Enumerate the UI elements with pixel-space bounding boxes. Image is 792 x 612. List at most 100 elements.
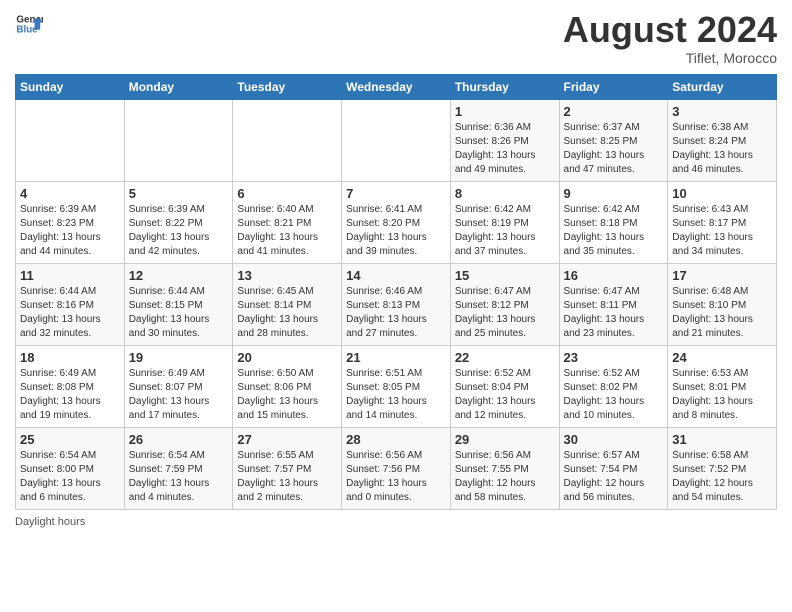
day-number: 28 xyxy=(346,432,446,447)
day-info: Sunrise: 6:39 AM Sunset: 8:22 PM Dayligh… xyxy=(129,203,229,259)
calendar-table: SundayMondayTuesdayWednesdayThursdayFrid… xyxy=(15,74,777,510)
day-cell: 26 Sunrise: 6:54 AM Sunset: 7:59 PM Dayli… xyxy=(124,427,233,509)
day-cell xyxy=(233,99,342,181)
day-info: Sunrise: 6:56 AM Sunset: 7:55 PM Dayligh… xyxy=(455,449,555,505)
day-info: Sunrise: 6:49 AM Sunset: 8:08 PM Dayligh… xyxy=(20,367,120,423)
day-number: 23 xyxy=(564,350,664,365)
week-row-5: 25 Sunrise: 6:54 AM Sunset: 8:00 PM Dayli… xyxy=(16,427,777,509)
day-cell: 3 Sunrise: 6:38 AM Sunset: 8:24 PM Daylig… xyxy=(668,99,777,181)
day-cell xyxy=(16,99,125,181)
day-info: Sunrise: 6:44 AM Sunset: 8:15 PM Dayligh… xyxy=(129,285,229,341)
day-cell: 25 Sunrise: 6:54 AM Sunset: 8:00 PM Dayli… xyxy=(16,427,125,509)
day-cell: 21Sunrise: 6:51 AM Sunset: 8:05 PM Dayli… xyxy=(342,345,451,427)
day-number: 11 xyxy=(20,268,120,283)
col-header-thursday: Thursday xyxy=(450,74,559,99)
day-number: 1 xyxy=(455,104,555,119)
day-cell: 4 Sunrise: 6:39 AM Sunset: 8:23 PM Daylig… xyxy=(16,181,125,263)
day-cell: 1 Sunrise: 6:36 AM Sunset: 8:26 PM Daylig… xyxy=(450,99,559,181)
day-cell xyxy=(342,99,451,181)
day-number: 8 xyxy=(455,186,555,201)
title-block: August 2024 Tiflet, Morocco xyxy=(563,10,777,66)
day-number: 13 xyxy=(237,268,337,283)
day-info: Sunrise: 6:54 AM Sunset: 8:00 PM Dayligh… xyxy=(20,449,120,505)
day-number: 31 xyxy=(672,432,772,447)
day-info: Sunrise: 6:53 AM Sunset: 8:01 PM Dayligh… xyxy=(672,367,772,423)
day-number: 22 xyxy=(455,350,555,365)
day-info: Sunrise: 6:54 AM Sunset: 7:59 PM Dayligh… xyxy=(129,449,229,505)
day-number: 15 xyxy=(455,268,555,283)
day-number: 12 xyxy=(129,268,229,283)
day-number: 20 xyxy=(237,350,337,365)
day-info: Sunrise: 6:56 AM Sunset: 7:56 PM Dayligh… xyxy=(346,449,446,505)
day-info: Sunrise: 6:50 AM Sunset: 8:06 PM Dayligh… xyxy=(237,367,337,423)
day-info: Sunrise: 6:43 AM Sunset: 8:17 PM Dayligh… xyxy=(672,203,772,259)
day-cell: 9 Sunrise: 6:42 AM Sunset: 8:18 PM Daylig… xyxy=(559,181,668,263)
week-row-1: 1 Sunrise: 6:36 AM Sunset: 8:26 PM Daylig… xyxy=(16,99,777,181)
day-info: Sunrise: 6:42 AM Sunset: 8:18 PM Dayligh… xyxy=(564,203,664,259)
day-number: 19 xyxy=(129,350,229,365)
day-info: Sunrise: 6:40 AM Sunset: 8:21 PM Dayligh… xyxy=(237,203,337,259)
day-cell: 2 Sunrise: 6:37 AM Sunset: 8:25 PM Daylig… xyxy=(559,99,668,181)
day-number: 9 xyxy=(564,186,664,201)
col-header-monday: Monday xyxy=(124,74,233,99)
day-cell: 19Sunrise: 6:49 AM Sunset: 8:07 PM Dayli… xyxy=(124,345,233,427)
daylight-label: Daylight hours xyxy=(15,516,85,528)
footer: Daylight hours xyxy=(15,516,777,528)
day-number: 2 xyxy=(564,104,664,119)
day-info: Sunrise: 6:51 AM Sunset: 8:05 PM Dayligh… xyxy=(346,367,446,423)
day-info: Sunrise: 6:52 AM Sunset: 8:02 PM Dayligh… xyxy=(564,367,664,423)
day-cell: 27 Sunrise: 6:55 AM Sunset: 7:57 PM Dayli… xyxy=(233,427,342,509)
day-cell: 14 Sunrise: 6:46 AM Sunset: 8:13 PM Dayli… xyxy=(342,263,451,345)
day-cell: 11Sunrise: 6:44 AM Sunset: 8:16 PM Dayli… xyxy=(16,263,125,345)
month-title: August 2024 xyxy=(563,10,777,50)
day-cell: 8Sunrise: 6:42 AM Sunset: 8:19 PM Daylig… xyxy=(450,181,559,263)
header-row: SundayMondayTuesdayWednesdayThursdayFrid… xyxy=(16,74,777,99)
day-info: Sunrise: 6:41 AM Sunset: 8:20 PM Dayligh… xyxy=(346,203,446,259)
day-info: Sunrise: 6:47 AM Sunset: 8:12 PM Dayligh… xyxy=(455,285,555,341)
day-number: 10 xyxy=(672,186,772,201)
day-number: 26 xyxy=(129,432,229,447)
day-number: 27 xyxy=(237,432,337,447)
col-header-sunday: Sunday xyxy=(16,74,125,99)
day-number: 14 xyxy=(346,268,446,283)
day-number: 18 xyxy=(20,350,120,365)
day-number: 3 xyxy=(672,104,772,119)
day-info: Sunrise: 6:38 AM Sunset: 8:24 PM Dayligh… xyxy=(672,121,772,177)
day-cell: 15 Sunrise: 6:47 AM Sunset: 8:12 PM Dayli… xyxy=(450,263,559,345)
day-info: Sunrise: 6:57 AM Sunset: 7:54 PM Dayligh… xyxy=(564,449,664,505)
day-cell: 31 Sunrise: 6:58 AM Sunset: 7:52 PM Dayli… xyxy=(668,427,777,509)
day-cell: 29 Sunrise: 6:56 AM Sunset: 7:55 PM Dayli… xyxy=(450,427,559,509)
day-cell: 10 Sunrise: 6:43 AM Sunset: 8:17 PM Dayli… xyxy=(668,181,777,263)
day-info: Sunrise: 6:36 AM Sunset: 8:26 PM Dayligh… xyxy=(455,121,555,177)
day-info: Sunrise: 6:52 AM Sunset: 8:04 PM Dayligh… xyxy=(455,367,555,423)
day-info: Sunrise: 6:55 AM Sunset: 7:57 PM Dayligh… xyxy=(237,449,337,505)
header: General Blue August 2024 Tiflet, Morocco xyxy=(15,10,777,66)
day-cell: 16Sunrise: 6:47 AM Sunset: 8:11 PM Dayli… xyxy=(559,263,668,345)
day-number: 17 xyxy=(672,268,772,283)
day-number: 29 xyxy=(455,432,555,447)
day-cell: 22 Sunrise: 6:52 AM Sunset: 8:04 PM Dayli… xyxy=(450,345,559,427)
day-info: Sunrise: 6:48 AM Sunset: 8:10 PM Dayligh… xyxy=(672,285,772,341)
day-cell: 6 Sunrise: 6:40 AM Sunset: 8:21 PM Daylig… xyxy=(233,181,342,263)
day-info: Sunrise: 6:39 AM Sunset: 8:23 PM Dayligh… xyxy=(20,203,120,259)
col-header-saturday: Saturday xyxy=(668,74,777,99)
day-number: 7 xyxy=(346,186,446,201)
day-number: 5 xyxy=(129,186,229,201)
day-cell: 13Sunrise: 6:45 AM Sunset: 8:14 PM Dayli… xyxy=(233,263,342,345)
day-info: Sunrise: 6:46 AM Sunset: 8:13 PM Dayligh… xyxy=(346,285,446,341)
week-row-2: 4 Sunrise: 6:39 AM Sunset: 8:23 PM Daylig… xyxy=(16,181,777,263)
day-cell: 5 Sunrise: 6:39 AM Sunset: 8:22 PM Daylig… xyxy=(124,181,233,263)
day-info: Sunrise: 6:37 AM Sunset: 8:25 PM Dayligh… xyxy=(564,121,664,177)
day-number: 25 xyxy=(20,432,120,447)
day-number: 4 xyxy=(20,186,120,201)
logo-icon: General Blue xyxy=(15,10,43,38)
week-row-3: 11Sunrise: 6:44 AM Sunset: 8:16 PM Dayli… xyxy=(16,263,777,345)
day-cell xyxy=(124,99,233,181)
location-title: Tiflet, Morocco xyxy=(563,50,777,66)
day-cell: 18 Sunrise: 6:49 AM Sunset: 8:08 PM Dayli… xyxy=(16,345,125,427)
day-number: 6 xyxy=(237,186,337,201)
day-cell: 12 Sunrise: 6:44 AM Sunset: 8:15 PM Dayli… xyxy=(124,263,233,345)
day-info: Sunrise: 6:58 AM Sunset: 7:52 PM Dayligh… xyxy=(672,449,772,505)
week-row-4: 18 Sunrise: 6:49 AM Sunset: 8:08 PM Dayli… xyxy=(16,345,777,427)
col-header-wednesday: Wednesday xyxy=(342,74,451,99)
